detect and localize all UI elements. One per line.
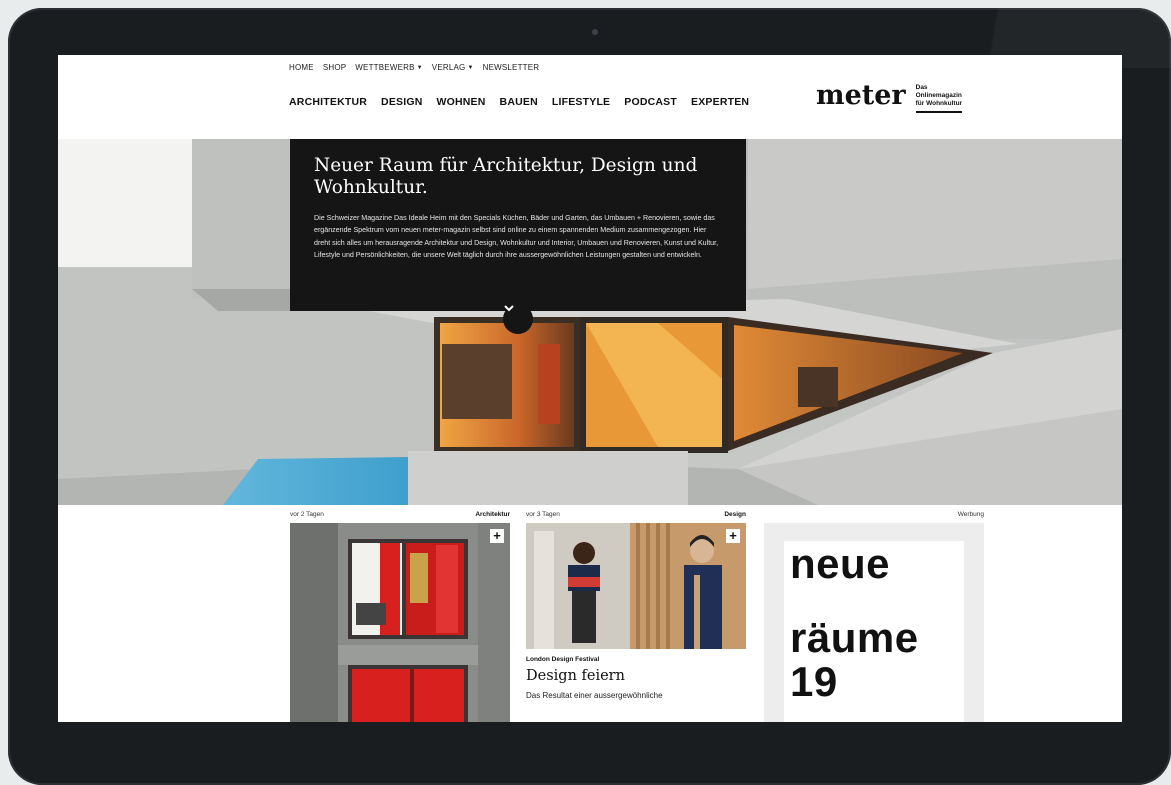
tagline-line: Das: [915, 84, 928, 91]
card-time: vor 2 Tagen: [290, 511, 324, 518]
main-nav: ARCHITEKTUR DESIGN WOHNEN BAUEN LIFESTYL…: [289, 96, 749, 108]
ad-label: Werbung: [957, 511, 984, 518]
topnav-wettbewerb-label: WETTBEWERB: [355, 63, 415, 72]
ad-banner[interactable]: neue räume 19: [764, 523, 984, 722]
card-meta: vor 3 Tagen Design: [526, 505, 746, 523]
hero-section: Neuer Raum für Architektur, Design und W…: [58, 139, 1122, 505]
site-header: HOME SHOP WETTBEWERB ▼ VERLAG ▼ NEWSLETT…: [58, 55, 1122, 139]
card-category[interactable]: Architektur: [475, 505, 510, 523]
scroll-down-button[interactable]: [503, 304, 533, 334]
topnav-newsletter[interactable]: NEWSLETTER: [483, 63, 540, 72]
site-logo[interactable]: meter Das Onlinemagazin für Wohnkultur: [816, 80, 963, 113]
tagline-line: Onlinemagazin: [915, 92, 962, 99]
card-category[interactable]: Design: [724, 505, 746, 523]
designers-photo: [526, 523, 746, 649]
card-time: vor 3 Tagen: [526, 511, 560, 518]
logo-wordmark: meter: [816, 80, 906, 111]
logo-tagline: Das Onlinemagazin für Wohnkultur: [915, 84, 963, 113]
architecture-photo: [290, 523, 510, 722]
hero-title: Neuer Raum für Architektur, Design und W…: [314, 155, 698, 198]
topnav-verlag-label: VERLAG: [431, 63, 466, 72]
card-image[interactable]: +: [290, 523, 510, 722]
article-card[interactable]: vor 3 Tagen Design + London Design Festi…: [526, 505, 746, 700]
hero-description: Die Schweizer Magazine Das Ideale Heim m…: [314, 214, 719, 260]
chevron-down-icon: ▼: [467, 64, 474, 71]
topnav-wettbewerb[interactable]: WETTBEWERB ▼: [355, 63, 422, 72]
topnav-home[interactable]: HOME: [289, 63, 314, 72]
tagline-line: für Wohnkultur: [915, 100, 963, 107]
hero-intro-box: Neuer Raum für Architektur, Design und W…: [290, 139, 746, 311]
card-kicker: London Design Festival: [526, 656, 600, 663]
nav-wohnen[interactable]: WOHNEN: [437, 96, 486, 108]
card-title[interactable]: Design feiern: [526, 668, 746, 684]
card-excerpt: Das Resultat einer aussergewöhnliche: [526, 691, 663, 700]
article-card[interactable]: vor 2 Tagen Architektur +: [290, 505, 510, 722]
top-nav: HOME SHOP WETTBEWERB ▼ VERLAG ▼ NEWSLETT…: [289, 63, 539, 72]
chevron-down-icon: [504, 305, 514, 312]
nav-lifestyle[interactable]: LIFESTYLE: [552, 96, 610, 108]
card-image[interactable]: +: [526, 523, 746, 649]
nav-architektur[interactable]: ARCHITEKTUR: [289, 96, 367, 108]
topnav-verlag[interactable]: VERLAG ▼: [432, 63, 474, 72]
browser-screen: HOME SHOP WETTBEWERB ▼ VERLAG ▼ NEWSLETT…: [58, 55, 1122, 722]
nav-bauen[interactable]: BAUEN: [500, 96, 538, 108]
plus-icon[interactable]: +: [726, 529, 740, 543]
topnav-shop[interactable]: SHOP: [323, 63, 346, 72]
chevron-down-icon: ▼: [416, 64, 423, 71]
nav-experten[interactable]: EXPERTEN: [691, 96, 749, 108]
ad-line: räume: [790, 614, 919, 661]
nav-design[interactable]: DESIGN: [381, 96, 422, 108]
card-meta: vor 2 Tagen Architektur: [290, 505, 510, 523]
nav-podcast[interactable]: PODCAST: [624, 96, 677, 108]
ad-line: 19: [790, 658, 838, 705]
plus-icon[interactable]: +: [490, 529, 504, 543]
ad-inner: neue räume 19: [784, 541, 964, 722]
article-grid: vor 2 Tagen Architektur + vor 3 Tagen De…: [58, 505, 1122, 722]
ad-line: neue: [790, 540, 891, 587]
ad-card[interactable]: Werbung neue räume 19: [764, 505, 984, 722]
camera-icon: [592, 29, 598, 35]
